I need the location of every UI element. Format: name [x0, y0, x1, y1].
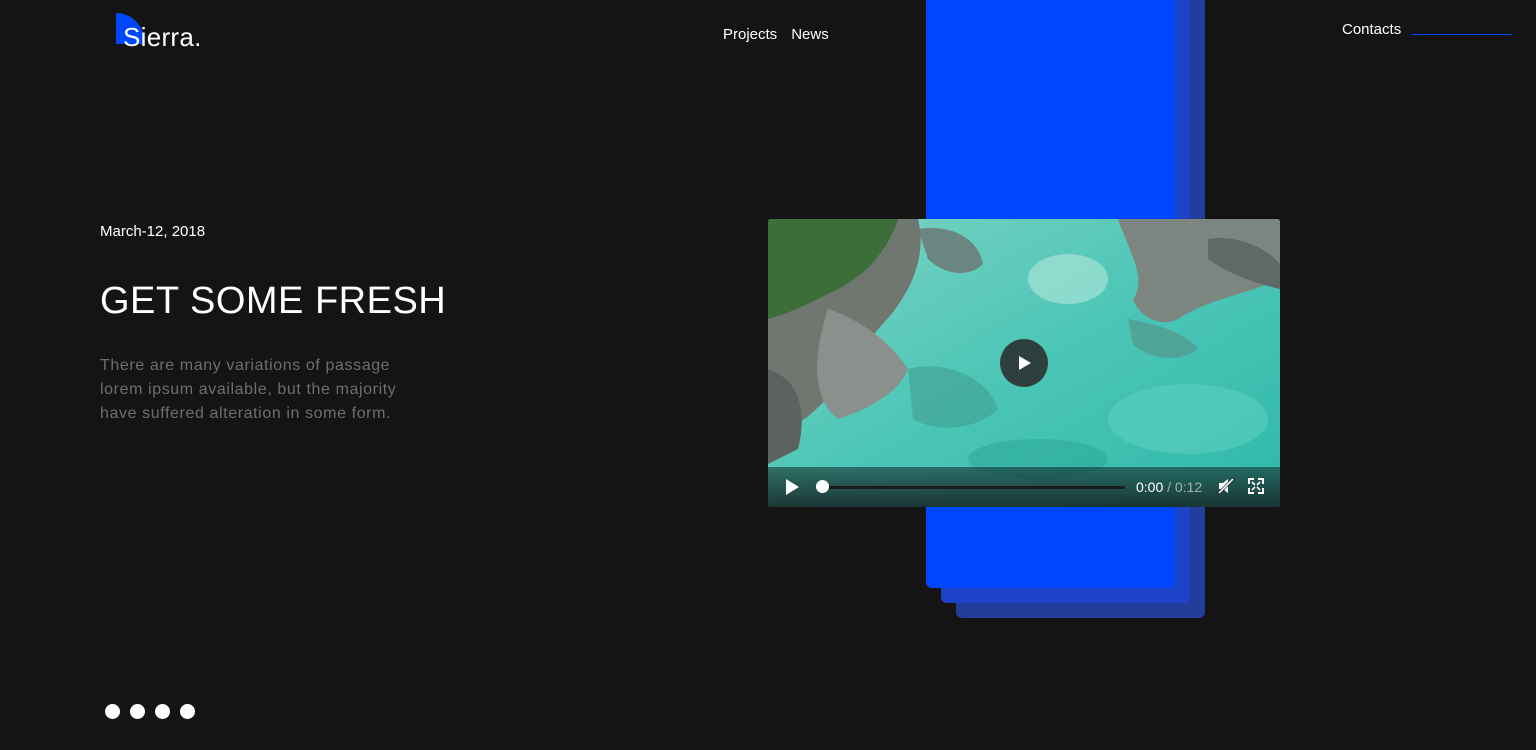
logo-text: Sierra. [123, 22, 202, 52]
contacts-label: Contacts [1342, 21, 1402, 38]
video-player[interactable]: 0:00 / 0:12 [768, 219, 1280, 507]
progress-track[interactable] [822, 486, 1125, 489]
pager-dot-3[interactable] [155, 704, 170, 719]
video-controls: 0:00 / 0:12 [768, 467, 1280, 507]
contacts-underline [1412, 34, 1512, 35]
page: Sierra. Projects News Contacts March-12,… [0, 0, 1536, 750]
logo[interactable]: Sierra. [116, 13, 236, 58]
play-button[interactable] [782, 477, 802, 497]
pager-dot-2[interactable] [130, 704, 145, 719]
progress-thumb[interactable] [816, 480, 829, 493]
hero-description: There are many variations of passage lor… [100, 357, 397, 422]
time-display: 0:00 / 0:12 [1136, 479, 1202, 495]
big-play-button[interactable] [1000, 339, 1048, 387]
pager-dot-1[interactable] [105, 704, 120, 719]
pager-dot-4[interactable] [180, 704, 195, 719]
hero-headline: GET SOME FRESH [100, 280, 447, 322]
fullscreen-button[interactable] [1248, 478, 1264, 494]
post-date: March-12, 2018 [100, 223, 206, 240]
play-icon [1019, 356, 1031, 370]
nav-item-news[interactable]: News [791, 26, 829, 43]
main-nav: Projects News [723, 26, 829, 43]
play-icon [786, 479, 799, 495]
current-time: 0:00 [1136, 479, 1164, 495]
mute-button[interactable] [1216, 476, 1236, 496]
fullscreen-icon [1248, 478, 1264, 494]
slider-pagination [105, 704, 195, 719]
duration: 0:12 [1174, 479, 1203, 495]
time-separator: / [1167, 479, 1172, 495]
muted-speaker-icon [1216, 476, 1236, 496]
contacts-link[interactable]: Contacts [1342, 21, 1401, 38]
nav-item-projects[interactable]: Projects [723, 26, 777, 43]
